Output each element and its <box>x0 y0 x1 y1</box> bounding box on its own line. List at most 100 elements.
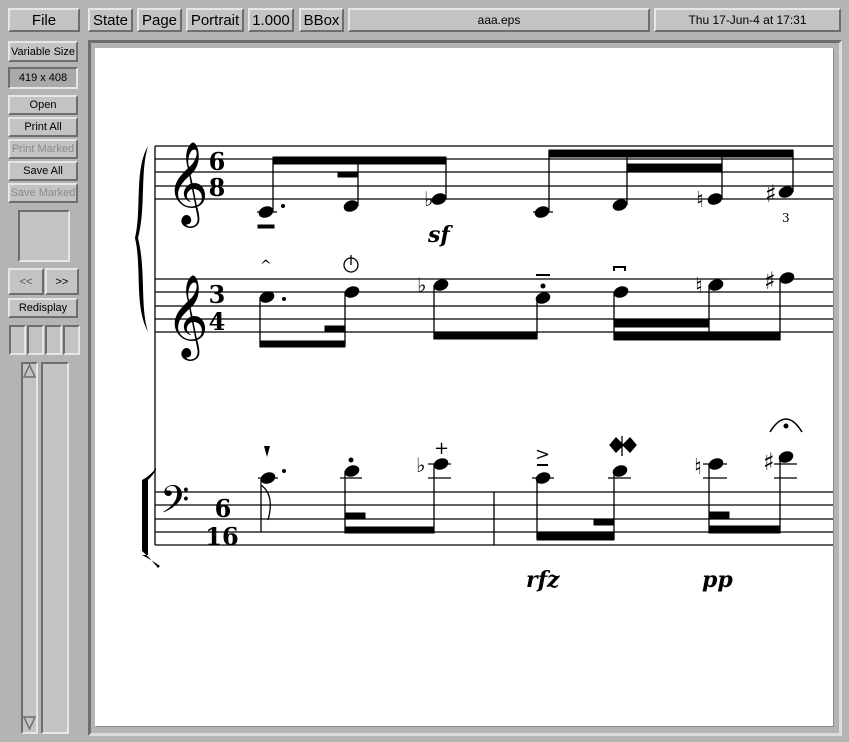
page-list-scrollbar[interactable] <box>21 362 38 734</box>
print-marked-button[interactable]: Print Marked <box>8 139 78 159</box>
score-mark <box>613 266 615 271</box>
file-label: File <box>31 11 57 29</box>
score-mark <box>282 469 286 473</box>
score-mark <box>433 332 538 340</box>
score-mark <box>344 526 435 534</box>
filename-label: aaa.eps <box>477 13 521 27</box>
time-sig-denominator: 16 <box>205 522 238 551</box>
page-menu-button[interactable]: Page <box>137 8 182 32</box>
stopped-icon: + <box>434 438 449 459</box>
music-score: 𝄞 𝄞 𝄢 6 8 3 4 6 16 ♭ ♮ ♯ 3 sf ^ ♭ ♮ ♯ + … <box>135 140 833 593</box>
score-mark <box>548 149 794 158</box>
score-mark <box>783 423 789 429</box>
previous-page-button[interactable]: << <box>8 268 44 295</box>
toggle-box-1[interactable] <box>9 325 26 355</box>
bass-clef-icon: 𝄢 <box>160 477 190 531</box>
tuplet-number: 3 <box>782 211 790 225</box>
time-sig-denominator: 4 <box>209 307 226 336</box>
redisplay-button[interactable]: Redisplay <box>8 298 78 318</box>
page-size-display: 419 x 408 <box>8 67 78 89</box>
staff2-notes: ^ ♭ ♮ ♯ <box>259 255 795 348</box>
flat-icon: ♭ <box>416 453 425 477</box>
score-mark <box>612 199 628 211</box>
score-mark <box>282 297 286 301</box>
score-mark <box>708 525 781 534</box>
staff-lines <box>154 145 833 546</box>
flat-icon: ♭ <box>424 187 433 211</box>
filename-display: aaa.eps <box>348 8 650 32</box>
variable-size-button[interactable]: Variable Size <box>8 41 78 62</box>
time-sig-numerator: 6 <box>215 494 232 523</box>
sharp-icon: ♯ <box>764 267 776 295</box>
score-mark <box>593 518 615 526</box>
scroll-down-arrow-icon[interactable] <box>22 716 37 731</box>
save-all-button[interactable]: Save All <box>8 161 78 181</box>
page-preview-panner[interactable] <box>18 210 70 262</box>
page-list[interactable] <box>41 362 69 734</box>
toggle-box-4[interactable] <box>63 325 80 355</box>
score-mark: 6 8 3 4 6 16 <box>205 147 238 551</box>
next-page-button[interactable]: >> <box>45 268 79 295</box>
marcato-icon: ^ <box>260 258 272 274</box>
print-all-button[interactable]: Print All <box>8 117 78 137</box>
staccatissimo-icon <box>264 446 270 457</box>
state-menu-button[interactable]: State <box>88 8 133 32</box>
mordent-icon <box>609 436 637 456</box>
datetime-display: Thu 17-Jun-4 at 17:31 <box>654 8 841 32</box>
score-mark <box>259 340 346 348</box>
score-mark <box>272 156 447 165</box>
score-mark <box>624 266 626 271</box>
treble-clef-icon: 𝄞 <box>166 273 209 361</box>
page-size-label: 419 x 408 <box>18 72 68 84</box>
score-mark <box>433 279 449 291</box>
brace-icon <box>135 146 148 332</box>
score-mark <box>281 204 285 208</box>
treble-clef-icon: 𝄞 <box>166 140 209 228</box>
open-label: Open <box>29 99 57 111</box>
score-mark <box>348 457 354 463</box>
staff1-notes: ♭ ♮ ♯ 3 <box>257 149 794 229</box>
score-mark <box>613 319 710 328</box>
score-mark <box>343 200 359 212</box>
bracket-icon <box>142 468 160 568</box>
score-mark <box>778 186 794 198</box>
zoom-label: 1.000 <box>252 11 290 29</box>
scroll-up-arrow-icon[interactable] <box>22 363 37 378</box>
toggle-box-3[interactable] <box>45 325 62 355</box>
time-sig-numerator: 6 <box>209 147 226 176</box>
variable-size-label: Variable Size <box>11 45 75 58</box>
natural-icon: ♮ <box>695 274 703 299</box>
time-sig-denominator: 8 <box>209 173 226 202</box>
sharp-icon: ♯ <box>763 448 775 476</box>
score-mark <box>626 163 723 172</box>
toggle-box-2[interactable] <box>27 325 44 355</box>
next-label: >> <box>55 275 69 288</box>
score-mark <box>707 193 723 205</box>
open-button[interactable]: Open <box>8 95 78 115</box>
score-mark <box>613 332 781 341</box>
score-mark <box>708 511 730 519</box>
score-mark <box>708 279 724 291</box>
staff3-notes: + ♭ > ♮ ♯ <box>258 418 803 541</box>
bbox-button[interactable]: BBox <box>299 8 344 32</box>
bbox-label: BBox <box>303 11 340 29</box>
save-marked-button[interactable]: Save Marked <box>8 183 78 203</box>
natural-icon: ♮ <box>696 188 704 213</box>
sharp-icon: ♯ <box>765 180 777 208</box>
file-menu-button[interactable]: File <box>8 8 80 32</box>
dynamic-sf: sf <box>427 222 453 248</box>
zoom-menu-button[interactable]: 1.000 <box>248 8 294 32</box>
print-marked-label: Print Marked <box>11 143 75 155</box>
score-mark <box>260 484 271 521</box>
save-marked-label: Save Marked <box>10 187 76 199</box>
save-all-label: Save All <box>23 165 63 177</box>
page-label: Page <box>141 11 178 29</box>
time-sig-numerator: 3 <box>209 280 226 309</box>
dynamic-rfz: rfz <box>526 567 560 593</box>
score-mark <box>540 283 546 289</box>
prev-label: << <box>19 275 33 288</box>
score-mark <box>324 325 346 332</box>
orientation-menu-button[interactable]: Portrait <box>186 8 244 32</box>
natural-icon: ♮ <box>694 455 702 480</box>
orientation-label: Portrait <box>190 11 240 29</box>
